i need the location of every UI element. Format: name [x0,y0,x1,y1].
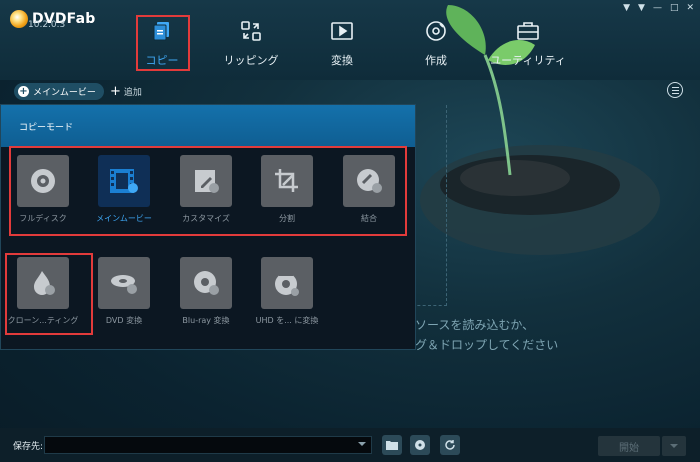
tab-convert[interactable]: 変換 [302,18,382,68]
plus-icon: + [110,83,121,99]
save-path-field[interactable] [44,436,372,454]
tab-utility[interactable]: ユーティリティ [488,18,568,68]
start-button[interactable]: 開始 [598,436,660,456]
iso-disc-icon [415,440,425,450]
minimize-icon[interactable]: — [653,3,662,13]
tab-convert-label: 変換 [331,54,353,67]
copy-mode-panel: コピーモード フルディスク メインムービー カスタマイズ 分割 結合 クローン.… [0,104,416,350]
video-convert-icon [329,18,355,44]
folder-icon [386,441,398,450]
menu-icon[interactable] [667,82,683,98]
tab-ripper[interactable]: リッピング [211,18,291,68]
tab-ripper-label: リッピング [223,54,279,67]
bluray-convert-icon [180,257,232,309]
mode-bluray-convert[interactable]: Blu-ray 変換 [166,257,246,326]
toolbox-icon [515,18,541,44]
tab-create-label: 作成 [425,54,447,67]
dvdfab-logo-icon [10,10,28,28]
bottom-bar: 保存先: 開始 [0,428,700,462]
tab-create[interactable]: 作成 [396,18,476,68]
mode-uhd-convert[interactable]: UHD を... に変換 [247,257,327,326]
refresh-button[interactable] [440,435,460,455]
iso-button[interactable] [410,435,430,455]
maximize-icon[interactable]: □ [670,3,679,13]
save-to-label: 保存先: [13,442,44,452]
drop-hint-line1: ソースを読み込むか、 [415,318,535,332]
panel-title: コピーモード [1,105,415,147]
tab-utility-label: ユーティリティ [490,54,566,67]
row1-highlight [9,146,407,236]
chevron-down-icon[interactable] [358,442,366,446]
chevron-down-icon [670,444,678,448]
dvd-convert-icon [98,257,150,309]
refresh-icon [445,440,455,450]
mode-dvd-convert[interactable]: DVD 変換 [84,257,164,326]
folder-button[interactable] [382,435,402,455]
app-version: 10.2.0.3 [28,20,66,30]
start-options-button[interactable] [662,436,686,456]
top-bar: DVDFab 10.2.0.3 ▼ ▼ — □ ✕ コピー リッピング 変換 作… [0,0,700,255]
clone-highlight [5,253,93,335]
dropdown-arrow-icon[interactable]: ▼ [638,3,645,13]
dropdown-arrow-icon[interactable]: ▼ [623,3,630,13]
mode-label: DVD 変換 [105,316,143,325]
add-button[interactable]: + 追加 [110,83,142,99]
uhd-convert-icon [261,257,313,309]
disc-create-icon [423,18,449,44]
copy-tab-highlight [136,15,190,71]
ripper-icon [238,18,264,44]
drop-hint-line2: グ＆ドロップしてください [415,338,559,352]
mode-label: UHD を... に変換 [255,316,319,325]
close-icon[interactable]: ✕ [686,3,694,13]
copy-mode-label: メインムービー [33,88,96,98]
add-label: 追加 [123,88,142,98]
mode-label: Blu-ray 変換 [182,316,230,325]
sub-toolbar: + メインムービー + 追加 [0,80,700,104]
plus-circle-icon: + [18,86,29,97]
drop-area-outline [412,105,447,306]
copy-mode-button[interactable]: + メインムービー [14,83,104,100]
window-controls: ▼ ▼ — □ ✕ [623,3,694,13]
